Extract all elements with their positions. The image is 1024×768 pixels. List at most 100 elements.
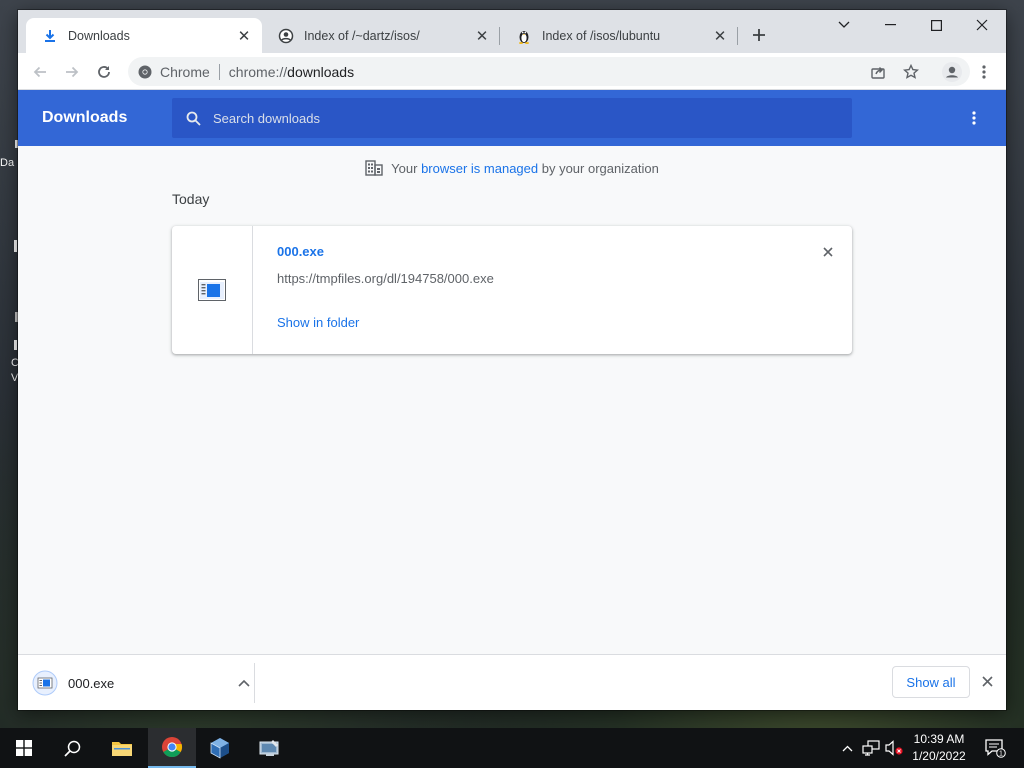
new-tab-button[interactable] (748, 24, 770, 46)
share-icon (871, 67, 885, 79)
close-window-button[interactable] (959, 10, 1005, 40)
remove-download-button[interactable] (820, 244, 836, 260)
search-placeholder: Search downloads (213, 110, 320, 126)
file-explorer-button[interactable] (98, 728, 146, 768)
arrow-left-icon (33, 66, 46, 78)
chevron-down-icon (838, 21, 850, 28)
tab-downloads[interactable]: Downloads ✕ (26, 18, 262, 53)
maximize-icon (930, 19, 942, 31)
download-filename-link[interactable]: 000.exe (277, 244, 324, 259)
download-icon (42, 28, 58, 44)
minimize-icon (884, 24, 896, 26)
managed-suffix: by your organization (538, 160, 659, 176)
search-downloads-input[interactable]: Search downloads (172, 98, 852, 138)
kebab-menu-icon (972, 111, 976, 125)
date-header: Today (172, 191, 210, 207)
back-button[interactable] (26, 58, 54, 86)
download-shelf: 000.exe Show all (18, 654, 1006, 710)
downloads-header: Downloads Search downloads (18, 90, 1006, 146)
clock-date: 1/20/2022 (912, 749, 966, 763)
chevron-up-icon[interactable] (236, 675, 252, 691)
close-tab-icon[interactable]: ✕ (712, 28, 728, 45)
start-button[interactable] (0, 728, 48, 768)
tab-title: Index of /isos/lubuntu (542, 28, 661, 43)
downloads-menu-button[interactable] (964, 108, 984, 128)
notification-count: 1 (999, 751, 1003, 758)
chrome-taskbar-button[interactable] (148, 728, 196, 768)
show-all-button[interactable]: Show all (892, 666, 970, 698)
chrome-logo-icon (138, 65, 152, 79)
site-label: Chrome (160, 63, 210, 80)
globe-avatar-icon (278, 28, 294, 44)
close-icon (981, 675, 993, 687)
close-tab-icon[interactable]: ✕ (474, 28, 490, 45)
bookmark-button[interactable] (897, 58, 925, 86)
virtualbox-button[interactable] (196, 728, 244, 768)
computer-tools-icon (259, 740, 279, 756)
managed-link[interactable]: browser is managed (421, 161, 538, 176)
tux-penguin-icon (516, 28, 532, 44)
managed-prefix: Your (391, 160, 422, 176)
chevron-up-icon (842, 745, 852, 751)
browser-toolbar: Chrome chrome://downloads (18, 53, 1006, 90)
notification-icon: 1 (985, 739, 1006, 758)
close-tab-icon[interactable]: ✕ (236, 28, 252, 45)
windows-logo-icon (16, 740, 32, 756)
search-button[interactable] (48, 728, 96, 768)
managed-notice: Your browser is managed by your organiza… (18, 160, 1006, 176)
show-in-folder-link[interactable]: Show in folder (277, 315, 359, 330)
virtualbox-cube-icon (210, 738, 229, 759)
download-item-card: 000.exe https://tmpfiles.org/dl/194758/0… (172, 226, 852, 354)
search-icon (63, 740, 80, 757)
executable-file-icon (32, 670, 58, 696)
download-source-url[interactable]: https://tmpfiles.org/dl/194758/000.exe (277, 271, 494, 286)
notification-center-button[interactable]: 1 (980, 728, 1010, 768)
arrow-right-icon (66, 66, 79, 78)
reload-button[interactable] (90, 58, 118, 86)
tab-title: Downloads (68, 28, 130, 43)
forward-button[interactable] (58, 58, 86, 86)
url-text: chrome://downloads (228, 63, 355, 80)
chrome-window: Downloads ✕ Index of /~dartz/isos/ ✕ Ind… (18, 10, 1006, 710)
address-bar[interactable]: Chrome chrome://downloads (128, 57, 970, 86)
shelf-download-item[interactable]: 000.exe (32, 669, 254, 697)
tab-search-button[interactable] (821, 10, 867, 40)
plus-icon (753, 29, 765, 41)
folder-icon (112, 742, 132, 756)
tab-strip: Downloads ✕ Index of /~dartz/isos/ ✕ Ind… (18, 10, 1006, 53)
building-icon (365, 160, 383, 176)
avatar-icon (942, 62, 962, 82)
close-icon (823, 247, 833, 257)
shelf-divider (254, 663, 255, 703)
taskbar: 10:39 AM 1/20/2022 1 (0, 728, 1024, 768)
shelf-filename: 000.exe (68, 675, 115, 691)
share-button[interactable] (864, 58, 892, 86)
control-panel-button[interactable] (246, 728, 294, 768)
network-icon (862, 740, 880, 756)
profile-button[interactable] (938, 58, 966, 86)
desktop-icon-label[interactable]: Da (0, 157, 18, 169)
show-hidden-icons-button[interactable] (838, 728, 856, 768)
chrome-menu-button[interactable] (970, 58, 998, 86)
star-icon (903, 64, 919, 79)
tab-dartz-isos[interactable]: Index of /~dartz/isos/ ✕ (262, 18, 500, 53)
volume-button[interactable] (884, 728, 906, 768)
kebab-menu-icon (982, 65, 986, 79)
chrome-logo-icon (162, 737, 183, 758)
network-status-button[interactable] (860, 728, 882, 768)
reload-icon (98, 66, 110, 78)
omnibox-divider (218, 63, 220, 80)
tab-title: Index of /~dartz/isos/ (304, 28, 420, 43)
tab-lubuntu-isos[interactable]: Index of /isos/lubuntu ✕ (500, 18, 738, 53)
page-title: Downloads (42, 109, 128, 126)
downloads-list: Your browser is managed by your organiza… (18, 146, 1006, 654)
system-clock[interactable]: 10:39 AM 1/20/2022 (906, 731, 972, 765)
executable-file-icon (198, 279, 226, 301)
maximize-button[interactable] (913, 10, 959, 40)
tab-separator (737, 27, 738, 45)
minimize-button[interactable] (867, 10, 913, 40)
desktop-icon-fragment (14, 340, 17, 350)
file-icon-column (172, 226, 253, 354)
close-shelf-button[interactable] (979, 673, 995, 689)
search-icon (186, 111, 201, 126)
